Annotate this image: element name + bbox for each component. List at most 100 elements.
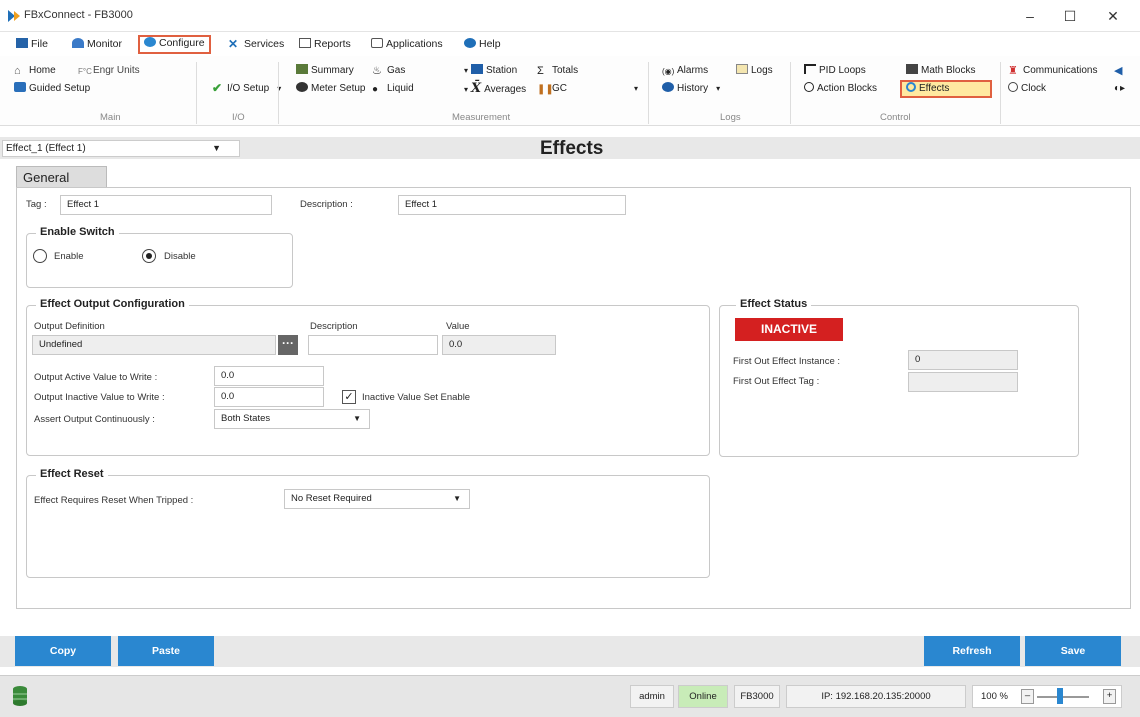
save-button[interactable]: Save — [1025, 636, 1121, 666]
ribbon-engr-units[interactable]: F°CEngr Units — [78, 64, 140, 78]
active-value-input[interactable]: 0.0 — [214, 366, 324, 386]
ribbon-logs[interactable]: Logs — [736, 64, 773, 78]
ribbon-station[interactable]: ▾ Station — [464, 64, 517, 78]
ribbon-alarms[interactable]: (◉) Alarms — [662, 64, 708, 78]
menu-configure[interactable]: Configure — [138, 35, 211, 54]
ribbon-totals[interactable]: Σ Totals — [537, 64, 578, 78]
dropdown-arrow-icon[interactable]: ▾ — [634, 82, 638, 96]
math-blocks-icon — [906, 64, 918, 74]
dropdown-arrow-icon: ▾ — [716, 84, 721, 93]
menu-reports[interactable]: Reports — [295, 36, 355, 53]
history-icon — [662, 82, 674, 92]
dropdown-arrow-icon: ▼ — [353, 414, 361, 423]
ribbon-guided-setup-label: Guided Setup — [29, 83, 91, 94]
group-main: Main — [100, 112, 121, 123]
active-value-label: Output Active Value to Write : — [34, 372, 158, 383]
enable-radio[interactable] — [33, 249, 47, 263]
menu-help[interactable]: Help — [460, 36, 505, 53]
file-icon — [16, 38, 28, 48]
ribbon-alarms-label: Alarms — [677, 65, 709, 76]
zoom-slider-track — [1037, 696, 1089, 698]
minimize-button[interactable]: – — [1012, 4, 1048, 28]
paste-button[interactable]: Paste — [118, 636, 214, 666]
droplet-icon: ● — [372, 84, 379, 95]
inactive-value-input[interactable]: 0.0 — [214, 387, 324, 407]
ribbon-home[interactable]: ⌂ Home — [14, 64, 56, 78]
effect-selector[interactable]: Effect_1 (Effect 1) ▼ — [2, 140, 240, 157]
ribbon: ⌂ Home F°CEngr Units Guided Setup Main ✔ I… — [0, 56, 1140, 126]
ribbon-action-blocks[interactable]: Action Blocks — [804, 82, 877, 96]
ribbon-engr-units-label: Engr Units — [93, 65, 140, 76]
close-button[interactable]: ✕ — [1095, 4, 1131, 28]
tab-general[interactable]: General — [16, 166, 107, 188]
title-bar: FBxConnect - FB3000 – ☐ ✕ — [0, 0, 1140, 32]
ribbon-averages[interactable]: ▾ X̄ Averages — [464, 82, 526, 96]
first-out-tag-field — [908, 372, 1018, 392]
inactive-set-enable-label: Inactive Value Set Enable — [362, 392, 471, 403]
ribbon-separator — [790, 62, 791, 124]
reset-required-select[interactable]: No Reset Required ▼ — [284, 489, 470, 509]
ip-address: IP: 192.168.20.135:20000 — [786, 685, 966, 708]
ribbon-gc[interactable]: ❚❚GC — [537, 82, 567, 96]
group-control: Control — [880, 112, 911, 123]
menu-file-label: File — [31, 38, 48, 50]
logs-icon — [736, 64, 748, 74]
engr-units-icon: F°C — [78, 67, 92, 76]
menu-services[interactable]: ✕ Services — [224, 36, 288, 53]
ribbon-liquid-label: Liquid — [387, 83, 414, 94]
ribbon-pid-loops[interactable]: PID Loops — [804, 64, 866, 78]
ribbon-overflow-icon[interactable]: ◀ — [1114, 64, 1122, 78]
summary-icon — [296, 64, 308, 74]
connection-status: Online — [678, 685, 728, 708]
first-out-instance-label: First Out Effect Instance : — [733, 356, 841, 367]
ribbon-gas[interactable]: ♨ Gas — [372, 64, 405, 78]
ribbon-meter-setup[interactable]: Meter Setup — [296, 82, 365, 96]
ribbon-guided-setup[interactable]: Guided Setup — [14, 82, 90, 96]
output-value-header: Value — [446, 321, 470, 332]
copy-button[interactable]: Copy — [15, 636, 111, 666]
maximize-button[interactable]: ☐ — [1052, 4, 1088, 28]
communications-icon: ♜ — [1008, 65, 1018, 77]
ribbon-summary[interactable]: Summary — [296, 64, 354, 78]
ribbon-scroll-right-icon[interactable]: ◐▸ — [1114, 82, 1125, 96]
ribbon-io-setup-label: I/O Setup — [227, 83, 270, 94]
ribbon-home-label: Home — [29, 65, 56, 76]
ribbon-separator — [278, 62, 279, 124]
ribbon-io-setup[interactable]: ✔ I/O Setup ▾ — [212, 82, 281, 96]
menu-monitor-label: Monitor — [87, 38, 123, 50]
zoom-out-button[interactable]: – — [1021, 689, 1034, 704]
menu-file[interactable]: File — [12, 36, 52, 53]
dropdown-arrow-icon: ▾ — [464, 66, 469, 75]
zoom-slider-thumb[interactable] — [1057, 688, 1063, 704]
menu-applications-label: Applications — [386, 38, 443, 50]
ribbon-math-blocks[interactable]: Math Blocks — [906, 64, 975, 78]
menu-applications[interactable]: Applications — [367, 36, 447, 53]
zoom-in-button[interactable]: + — [1103, 689, 1116, 704]
tag-input[interactable]: Effect 1 — [60, 195, 272, 215]
checkmark-icon: ✔ — [212, 81, 223, 95]
output-definition-header: Output Definition — [34, 321, 105, 332]
inactive-set-enable-checkbox[interactable]: ✓ — [342, 390, 356, 404]
ribbon-history-label: History — [677, 83, 709, 94]
ribbon-liquid[interactable]: ● Liquid — [372, 82, 414, 96]
ribbon-history[interactable]: History ▾ — [662, 82, 720, 96]
browse-output-button[interactable]: ··· — [278, 335, 298, 355]
refresh-button[interactable]: Refresh — [924, 636, 1020, 666]
page-title: Effects — [540, 138, 604, 159]
ribbon-clock[interactable]: Clock — [1008, 82, 1046, 96]
menu-bar: File Monitor Configure ✕ Services Reports… — [0, 33, 1140, 55]
ribbon-communications[interactable]: ♜ Communications — [1008, 64, 1097, 78]
assert-output-select[interactable]: Both States ▼ — [214, 409, 370, 429]
menu-monitor[interactable]: Monitor — [68, 36, 126, 53]
ribbon-effects-label: Effects — [919, 83, 950, 94]
action-blocks-icon — [804, 82, 814, 92]
reports-icon — [299, 38, 311, 48]
status-badge: INACTIVE — [735, 318, 843, 341]
user-badge: admin — [630, 685, 674, 708]
description-input[interactable]: Effect 1 — [398, 195, 626, 215]
disable-radio[interactable] — [142, 249, 156, 263]
ribbon-effects[interactable]: Effects — [900, 80, 992, 98]
menu-reports-label: Reports — [314, 38, 351, 50]
window-title: FBxConnect - FB3000 — [24, 9, 133, 21]
output-description-field[interactable] — [308, 335, 438, 355]
